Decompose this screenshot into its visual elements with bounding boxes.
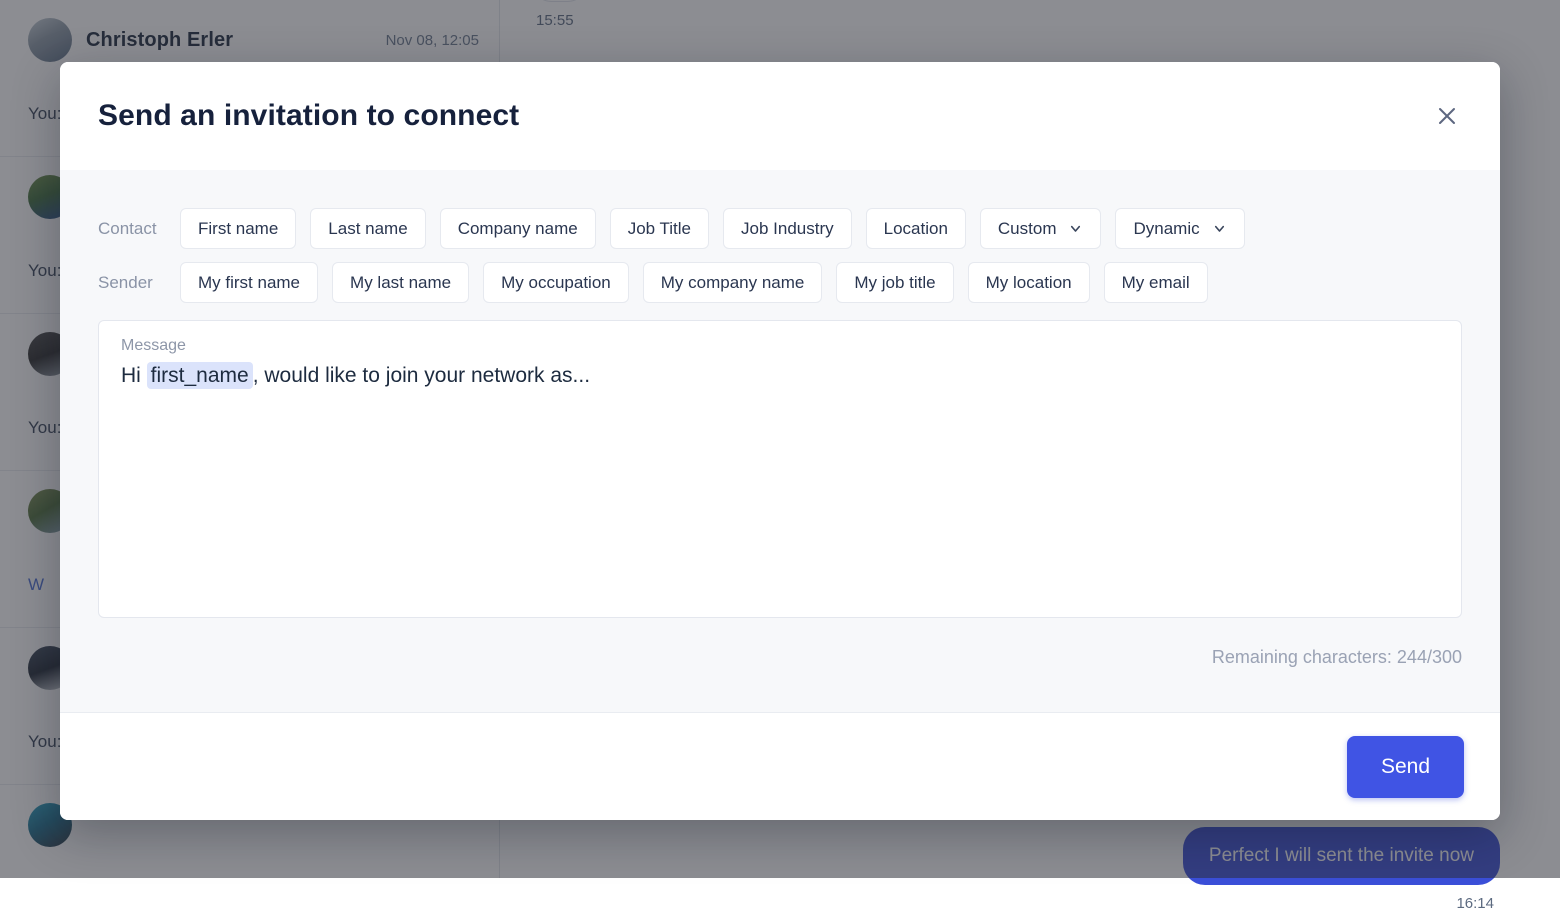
chevron-down-icon (1068, 221, 1083, 236)
chip-label: My last name (350, 273, 451, 293)
message-prefix: Hi (121, 364, 147, 387)
page-title: Send an invitation to connect (98, 99, 1430, 133)
chip-label: My location (986, 273, 1072, 293)
close-icon[interactable] (1430, 99, 1464, 133)
message-text: Hi first_name, would like to join your n… (121, 361, 1439, 391)
contact-chip-job-industry[interactable]: Job Industry (723, 208, 852, 249)
chip-label: My occupation (501, 273, 611, 293)
contact-chip-last-name[interactable]: Last name (310, 208, 425, 249)
message-input[interactable]: Message Hi first_name, would like to joi… (98, 320, 1462, 618)
character-counter: Remaining characters: 244/300 (98, 647, 1462, 668)
contact-row-label: Contact (98, 219, 166, 239)
sender-chip-my-last-name[interactable]: My last name (332, 262, 469, 303)
contact-chip-location[interactable]: Location (866, 208, 966, 249)
chip-label: Custom (998, 219, 1057, 239)
dialog-body: Contact First name Last name Company name J… (60, 170, 1500, 712)
message-label: Message (121, 337, 1439, 355)
sender-chip-my-location[interactable]: My location (968, 262, 1090, 303)
chip-label: My email (1122, 273, 1190, 293)
sender-chip-my-job-title[interactable]: My job title (836, 262, 953, 303)
chip-label: Job Title (628, 219, 691, 239)
chip-label: My first name (198, 273, 300, 293)
message-suffix: , would like to join your network as... (253, 364, 590, 387)
chip-label: First name (198, 219, 278, 239)
outgoing-timestamp: 16:14 (566, 895, 1494, 912)
chip-label: My job title (854, 273, 935, 293)
chip-label: Dynamic (1133, 219, 1199, 239)
contact-chip-dynamic[interactable]: Dynamic (1115, 208, 1244, 249)
chip-label: Location (884, 219, 948, 239)
sender-row-label: Sender (98, 273, 166, 293)
sender-chip-my-email[interactable]: My email (1104, 262, 1208, 303)
contact-chip-first-name[interactable]: First name (180, 208, 296, 249)
chip-label: Job Industry (741, 219, 834, 239)
dialog-header: Send an invitation to connect (60, 62, 1500, 170)
send-button[interactable]: Send (1347, 736, 1464, 798)
sender-chip-my-company-name[interactable]: My company name (643, 262, 823, 303)
variable-token-first-name[interactable]: first_name (147, 362, 253, 389)
dialog-footer: Send (60, 712, 1500, 820)
chip-label: My company name (661, 273, 805, 293)
contact-variables-row: Contact First name Last name Company name J… (98, 208, 1462, 249)
sender-chip-my-first-name[interactable]: My first name (180, 262, 318, 303)
contact-chip-job-title[interactable]: Job Title (610, 208, 709, 249)
sender-variables-row: Sender My first name My last name My occup… (98, 262, 1462, 303)
contact-chip-company-name[interactable]: Company name (440, 208, 596, 249)
chevron-down-icon (1212, 221, 1227, 236)
sender-chip-my-occupation[interactable]: My occupation (483, 262, 629, 303)
send-invitation-dialog: Send an invitation to connect Contact Fi… (60, 62, 1500, 820)
chip-label: Company name (458, 219, 578, 239)
contact-chip-custom[interactable]: Custom (980, 208, 1102, 249)
chip-label: Last name (328, 219, 407, 239)
